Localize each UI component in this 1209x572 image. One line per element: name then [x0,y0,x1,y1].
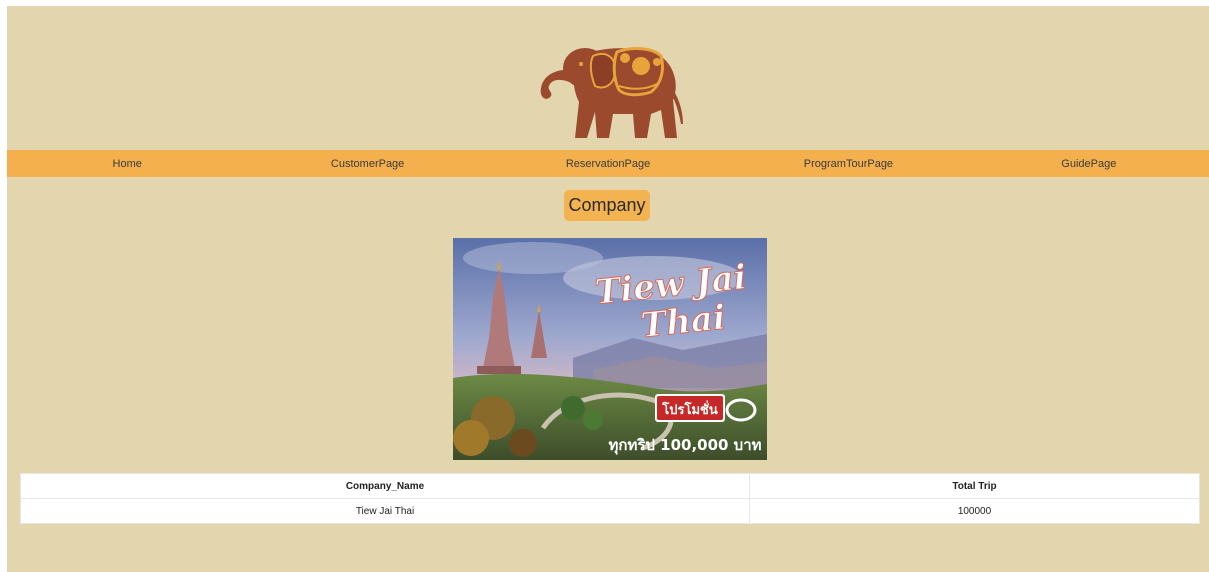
nav-reservation-page[interactable]: ReservationPage [488,158,728,170]
banner-promo-tag: โปรโมชั่น [661,400,718,418]
table-row: Tiew Jai Thai 100000 [20,498,1200,524]
company-table: Company_Name Total Trip Tiew Jai Thai 10… [20,473,1200,524]
nav-program-tour-page[interactable]: ProgramTourPage [728,158,968,170]
top-nav-bar: Home CustomerPage ReservationPage Progra… [7,150,1209,177]
nav-customer-page[interactable]: CustomerPage [247,158,487,170]
company-heading: Company [564,190,650,221]
elephant-logo-icon [540,47,683,138]
column-header-company-name: Company_Name [20,473,750,499]
promo-banner-image: Tiew Jai Thai โปรโมชั่น ทุกทริป 100,000 … [453,238,767,460]
nav-guide-page[interactable]: GuidePage [969,158,1209,170]
header [7,6,1209,150]
banner-price-text: ทุกทริป 100,000 บาท [608,436,761,455]
cell-total-trip: 100000 [749,498,1200,524]
page-background: Home CustomerPage ReservationPage Progra… [7,6,1209,572]
nav-home[interactable]: Home [7,158,247,170]
column-header-total-trip: Total Trip [749,473,1200,499]
cell-company-name: Tiew Jai Thai [20,498,750,524]
table-header-row: Company_Name Total Trip [20,473,1200,499]
